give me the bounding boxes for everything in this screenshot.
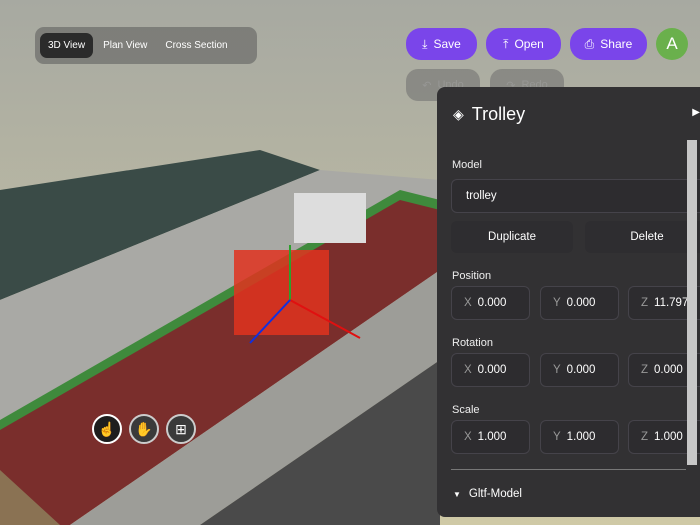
rotation-label: Rotation xyxy=(452,337,493,349)
value: 0.000 xyxy=(566,297,596,309)
upload-icon: ⤒ xyxy=(503,36,509,51)
position-x-input[interactable]: X 0.000 xyxy=(451,286,530,320)
collapse-arrow-icon[interactable]: ▶ xyxy=(692,107,700,118)
camera-share-icon: ⎙ xyxy=(584,36,595,51)
scale-y-input[interactable]: Y 1.000 xyxy=(540,420,619,454)
axis-label: X xyxy=(464,431,472,443)
value: 0.000 xyxy=(566,364,596,376)
save-button[interactable]: ⤓ Save xyxy=(406,28,477,60)
axis-label: X xyxy=(464,364,472,376)
value: 0.000 xyxy=(654,364,683,376)
value: 1.000 xyxy=(566,431,596,443)
model-value: trolley xyxy=(466,190,497,202)
plus-square-icon: ⊞ xyxy=(175,420,187,437)
view-tabs: 3D View Plan View Cross Section xyxy=(35,27,257,64)
layers-icon: ◈ xyxy=(453,106,464,122)
divider xyxy=(451,469,686,470)
value: 1.000 xyxy=(477,431,507,443)
download-icon: ⤓ xyxy=(422,36,428,51)
axis-label: X xyxy=(464,297,472,309)
scale-label: Scale xyxy=(452,404,480,416)
bus-model xyxy=(294,193,366,243)
caret-down-icon: ▼ xyxy=(453,489,461,499)
avatar[interactable]: A xyxy=(656,28,688,60)
add-tool-button[interactable]: ⊞ xyxy=(166,414,196,444)
position-label: Position xyxy=(452,270,492,282)
value: 1.000 xyxy=(654,431,683,443)
pointer-hand-icon: ☝ xyxy=(98,420,116,437)
select-tool-button[interactable]: ☝ xyxy=(92,414,122,444)
scrollbar[interactable] xyxy=(687,140,697,465)
trolley-model xyxy=(234,250,329,335)
share-button[interactable]: ⎙ Share xyxy=(570,28,647,60)
gltf-model-section-toggle[interactable]: ▼ Gltf-Model xyxy=(453,488,522,500)
model-select[interactable]: trolley xyxy=(451,179,700,213)
axis-label: Z xyxy=(641,297,649,309)
properties-panel: ◈ Trolley ▶ Model trolley Duplicate Delet… xyxy=(437,87,700,517)
hand-icon: ✋ xyxy=(135,420,153,437)
delete-button[interactable]: Delete xyxy=(585,221,700,253)
axis-label: Z xyxy=(641,364,649,376)
rotation-y-input[interactable]: Y 0.000 xyxy=(540,353,619,387)
section-label: Gltf-Model xyxy=(468,488,522,500)
axis-label: Z xyxy=(641,431,649,443)
pan-tool-button[interactable]: ✋ xyxy=(129,414,159,444)
rotation-x-input[interactable]: X 0.000 xyxy=(451,353,530,387)
axis-label: Y xyxy=(553,297,561,309)
duplicate-button[interactable]: Duplicate xyxy=(451,221,573,253)
undo-icon: ↶ xyxy=(422,79,432,92)
tab-3d-view[interactable]: 3D View xyxy=(40,33,94,58)
axis-label: Y xyxy=(553,364,561,376)
panel-title: Trolley xyxy=(471,104,526,124)
tab-cross-section[interactable]: Cross Section xyxy=(157,33,235,58)
value: 0.000 xyxy=(477,297,507,309)
model-label: Model xyxy=(452,159,482,171)
value: 11.797 xyxy=(654,297,689,309)
scale-x-input[interactable]: X 1.000 xyxy=(451,420,530,454)
open-button[interactable]: ⤒ Open xyxy=(486,28,561,60)
value: 0.000 xyxy=(477,364,507,376)
axis-label: Y xyxy=(553,431,561,443)
position-y-input[interactable]: Y 0.000 xyxy=(540,286,619,320)
tab-plan-view[interactable]: Plan View xyxy=(95,33,155,58)
